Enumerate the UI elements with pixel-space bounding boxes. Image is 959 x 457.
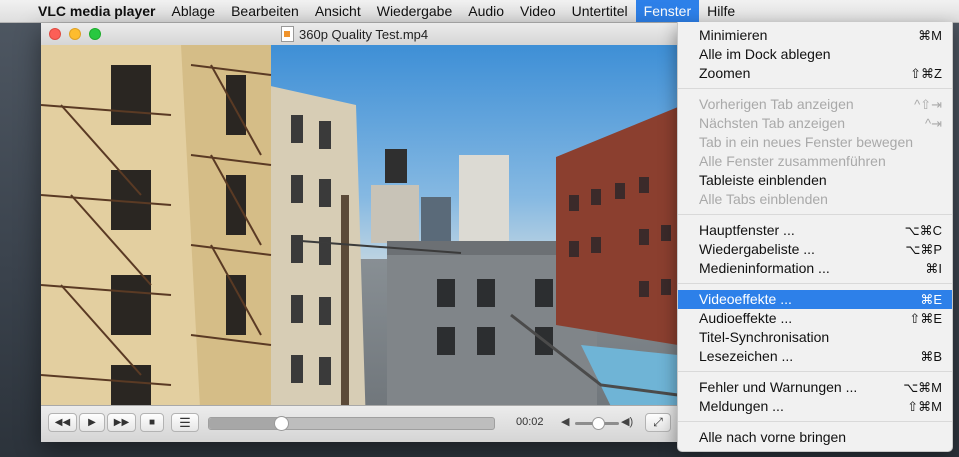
menu-item-shortcut: ⌘M [918, 28, 942, 43]
menu-ablage[interactable]: Ablage [164, 0, 224, 22]
vlc-window: 360p Quality Test.mp4 ◀◀ ▶ ▶▶ ■ ☰ 00:02 … [41, 23, 678, 442]
stop-button[interactable]: ■ [140, 413, 164, 432]
rewind-icon: ◀◀ [54, 417, 71, 428]
menu-separator [678, 214, 952, 215]
menu-item-label: Medieninformation ... [699, 260, 830, 276]
seek-progress [209, 418, 281, 429]
menu-item-label: Hauptfenster ... [699, 222, 795, 238]
menu-item-hauptfenster[interactable]: Hauptfenster ... ⌥⌘C [678, 221, 952, 240]
play-button[interactable]: ▶ [79, 413, 105, 432]
window-titlebar[interactable]: 360p Quality Test.mp4 [41, 23, 678, 46]
menu-item-tableiste-einblenden[interactable]: Tableiste einblenden [678, 171, 952, 190]
menu-item-zoomen[interactable]: Zoomen ⇧⌘Z [678, 64, 952, 83]
video-file-icon [281, 26, 294, 42]
menubar: VLC media player Ablage Bearbeiten Ansic… [0, 0, 959, 23]
menu-item-shortcut: ⌥⌘C [904, 223, 942, 238]
stop-icon: ■ [148, 417, 156, 428]
menu-item-videoeffekte[interactable]: Videoeffekte ... ⌘E [678, 290, 952, 309]
menu-item-shortcut: ⇧⌘Z [910, 66, 942, 81]
menu-item-meldungen[interactable]: Meldungen ... ⇧⌘M [678, 397, 952, 416]
zoom-button[interactable] [89, 28, 101, 40]
menu-item-label: Alle Fenster zusammenführen [699, 153, 886, 169]
menu-item-label: Tableiste einblenden [699, 172, 827, 188]
menu-item-tab-in-ein-neues-fenster-bewegen: Tab in ein neues Fenster bewegen [678, 133, 952, 152]
menu-item-alle-tabs-einblenden: Alle Tabs einblenden [678, 190, 952, 209]
elapsed-time: 00:02 [516, 416, 544, 428]
menu-item-shortcut: ⌘I [925, 261, 942, 276]
window-title-text: 360p Quality Test.mp4 [299, 26, 429, 42]
menu-item-shortcut: ⇧⌘E [909, 311, 942, 326]
volume-low-icon[interactable]: ◀ [561, 415, 569, 428]
menu-item-label: Vorherigen Tab anzeigen [699, 96, 854, 112]
close-button[interactable] [49, 28, 61, 40]
menu-audio[interactable]: Audio [460, 0, 512, 22]
menu-item-lesezeichen[interactable]: Lesezeichen ... ⌘B [678, 347, 952, 366]
menu-item-alle-im-dock-ablegen[interactable]: Alle im Dock ablegen [678, 45, 952, 64]
menu-item-shortcut: ^⇥ [925, 116, 942, 131]
rewind-button[interactable]: ◀◀ [48, 413, 77, 432]
menu-item-alle-nach-vorne-bringen[interactable]: Alle nach vorne bringen [678, 428, 952, 447]
menu-item-label: Meldungen ... [699, 398, 784, 414]
menu-separator [678, 88, 952, 89]
menu-item-titel-synchronisation[interactable]: Titel-Synchronisation [678, 328, 952, 347]
menu-app-name[interactable]: VLC media player [34, 0, 164, 22]
fenster-menu: Minimieren ⌘M Alle im Dock ablegen Zoomen ⇧⌘… [677, 22, 953, 452]
fast-forward-icon: ▶▶ [113, 417, 130, 428]
fullscreen-button[interactable]: ⤢ [645, 413, 671, 432]
menu-separator [678, 371, 952, 372]
menu-item-label: Titel-Synchronisation [699, 329, 830, 345]
seek-bar[interactable] [208, 416, 495, 431]
menu-item-label: Alle im Dock ablegen [699, 46, 831, 62]
menu-item-label: Videoeffekte ... [699, 291, 792, 307]
menu-item-shortcut: ⇧⌘M [907, 399, 942, 414]
menu-item-label: Tab in ein neues Fenster bewegen [699, 134, 914, 150]
menu-item-audioeffekte[interactable]: Audioeffekte ... ⇧⌘E [678, 309, 952, 328]
menu-item-label: Wiedergabeliste ... [699, 241, 815, 257]
menu-ansicht[interactable]: Ansicht [307, 0, 369, 22]
video-frame[interactable] [41, 45, 678, 427]
volume-high-icon[interactable]: ◀) [621, 415, 633, 428]
play-icon: ▶ [88, 417, 96, 428]
volume-slider[interactable] [575, 417, 619, 430]
menu-item-label: Minimieren [699, 27, 768, 43]
menu-item-nächsten-tab-anzeigen: Nächsten Tab anzeigen ^⇥ [678, 114, 952, 133]
menu-item-minimieren[interactable]: Minimieren ⌘M [678, 26, 952, 45]
menu-fenster[interactable]: Fenster [635, 0, 700, 22]
menu-separator [678, 421, 952, 422]
menu-item-shortcut: ⌘E [920, 292, 942, 307]
menu-item-shortcut: ⌥⌘M [903, 380, 942, 395]
menu-item-label: Zoomen [699, 65, 751, 81]
menu-item-label: Lesezeichen ... [699, 348, 794, 364]
playlist-button[interactable]: ☰ [171, 413, 199, 432]
fast-forward-button[interactable]: ▶▶ [107, 413, 136, 432]
menu-item-shortcut: ⌘B [920, 349, 942, 364]
menu-item-vorherigen-tab-anzeigen: Vorherigen Tab anzeigen ^⇧⇥ [678, 95, 952, 114]
menu-item-medieninformation[interactable]: Medieninformation ... ⌘I [678, 259, 952, 278]
player-controller: ◀◀ ▶ ▶▶ ■ ☰ 00:02 ◀ ◀) ⤢ [41, 405, 678, 442]
menu-item-fehler-und-warnungen[interactable]: Fehler und Warnungen ... ⌥⌘M [678, 378, 952, 397]
fullscreen-icon: ⤢ [653, 415, 663, 429]
volume-handle[interactable] [592, 417, 605, 430]
menu-separator [678, 283, 952, 284]
playlist-icon: ☰ [179, 414, 191, 430]
menu-hilfe[interactable]: Hilfe [699, 0, 743, 22]
window-title: 360p Quality Test.mp4 [281, 26, 428, 42]
menu-bearbeiten[interactable]: Bearbeiten [223, 0, 307, 22]
seek-handle[interactable] [274, 416, 290, 431]
menu-item-label: Alle nach vorne bringen [699, 429, 847, 445]
menu-item-wiedergabeliste[interactable]: Wiedergabeliste ... ⌥⌘P [678, 240, 952, 259]
menu-item-label: Audioeffekte ... [699, 310, 793, 326]
menu-video[interactable]: Video [512, 0, 564, 22]
video-scene [41, 45, 678, 427]
minimize-button[interactable] [69, 28, 81, 40]
menu-wiedergabe[interactable]: Wiedergabe [369, 0, 461, 22]
menu-item-shortcut: ⌥⌘P [905, 242, 942, 257]
menu-item-shortcut: ^⇧⇥ [914, 97, 942, 112]
menu-item-label: Alle Tabs einblenden [699, 191, 828, 207]
menu-untertitel[interactable]: Untertitel [564, 0, 636, 22]
menu-item-alle-fenster-zusammenführen: Alle Fenster zusammenführen [678, 152, 952, 171]
menu-item-label: Nächsten Tab anzeigen [699, 115, 846, 131]
menu-item-label: Fehler und Warnungen ... [699, 379, 858, 395]
